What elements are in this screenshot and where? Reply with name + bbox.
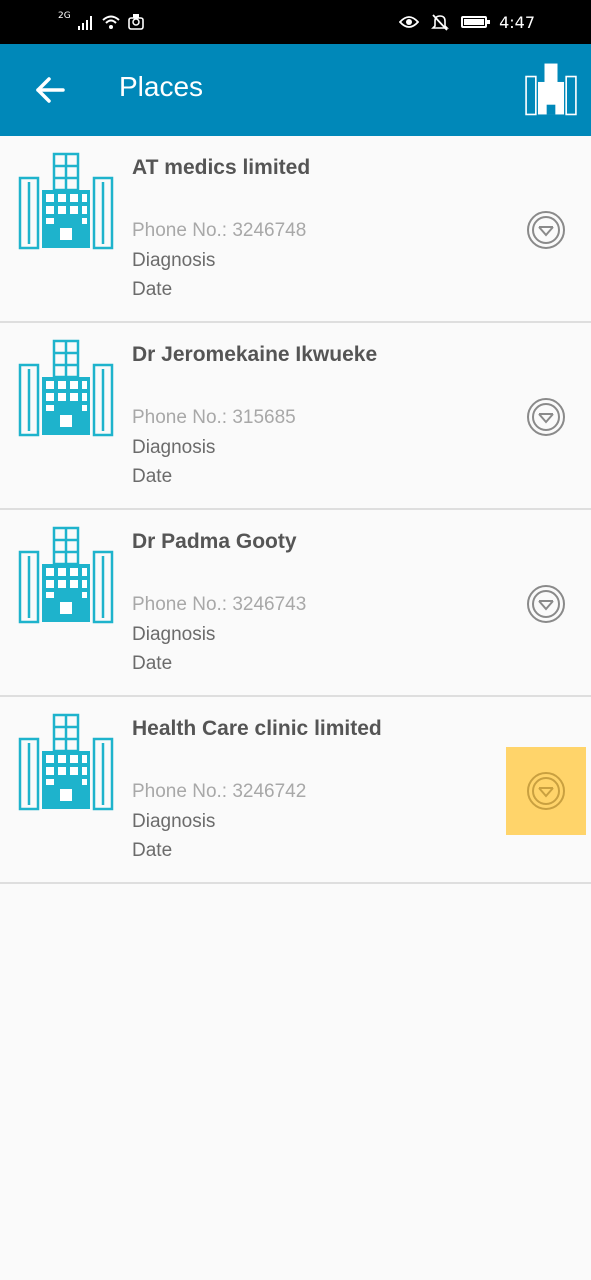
- place-phone: Phone No.: 315685: [132, 407, 296, 428]
- status-left: 2G: [58, 10, 145, 34]
- hospital-building-icon: [18, 526, 114, 624]
- chevron-down-circle-icon: [527, 211, 565, 249]
- list-item[interactable]: Dr Jeromekaine Ikwueke Phone No.: 315685…: [0, 323, 591, 510]
- eye-icon: [399, 16, 420, 28]
- list-item[interactable]: AT medics limited Phone No.: 3246748 Dia…: [0, 136, 591, 323]
- wifi-icon: [102, 15, 120, 29]
- place-phone: Phone No.: 3246748: [132, 220, 307, 241]
- place-name: AT medics limited: [132, 156, 311, 179]
- expand-button[interactable]: [506, 186, 586, 274]
- status-bar: 2G 4:47: [0, 0, 591, 44]
- place-diagnosis: Diagnosis: [132, 437, 216, 458]
- notification-app-icon: [127, 14, 144, 30]
- battery-icon: [461, 16, 491, 28]
- expand-button[interactable]: [506, 560, 586, 648]
- app-bar: Places: [0, 44, 591, 136]
- bell-off-icon: [431, 14, 449, 31]
- arrow-left-icon: [36, 77, 65, 103]
- back-button[interactable]: [26, 66, 74, 114]
- expand-button[interactable]: [506, 373, 586, 461]
- place-date: Date: [132, 653, 173, 674]
- list-item[interactable]: Dr Padma Gooty Phone No.: 3246743 Diagno…: [0, 510, 591, 697]
- clock: 4:47: [499, 12, 535, 32]
- page-title: Places: [119, 71, 204, 102]
- signal-icon: [77, 16, 92, 30]
- place-phone: Phone No.: 3246742: [132, 781, 307, 802]
- place-name: Dr Padma Gooty: [132, 530, 297, 553]
- place-date: Date: [132, 279, 173, 300]
- chevron-down-circle-icon: [527, 585, 565, 623]
- place-diagnosis: Diagnosis: [132, 811, 216, 832]
- chevron-down-circle-icon: [527, 398, 565, 436]
- hospital-building-icon: [18, 339, 114, 437]
- place-phone: Phone No.: 3246743: [132, 594, 307, 615]
- hospital-building-icon: [18, 152, 114, 250]
- place-date: Date: [132, 840, 173, 861]
- chevron-down-circle-icon: [527, 772, 565, 810]
- status-right: 4:47: [399, 10, 535, 34]
- place-name: Health Care clinic limited: [132, 717, 382, 740]
- place-date: Date: [132, 466, 173, 487]
- hospital-building-icon: [525, 62, 577, 116]
- place-diagnosis: Diagnosis: [132, 250, 216, 271]
- expand-button[interactable]: [506, 747, 586, 835]
- place-diagnosis: Diagnosis: [132, 624, 216, 645]
- place-name: Dr Jeromekaine Ikwueke: [132, 343, 378, 366]
- list-item[interactable]: Health Care clinic limited Phone No.: 32…: [0, 697, 591, 884]
- network-type: 2G: [58, 10, 71, 21]
- places-list: AT medics limited Phone No.: 3246748 Dia…: [0, 136, 591, 884]
- hospital-building-icon: [18, 713, 114, 811]
